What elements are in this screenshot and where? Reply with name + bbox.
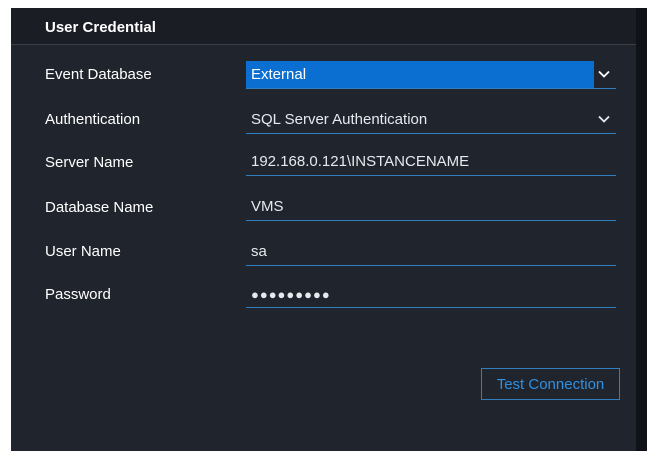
section-title: User Credential (45, 19, 156, 36)
section-header: User Credential (11, 8, 636, 45)
credential-panel: User Credential Event Database External … (11, 8, 636, 451)
event-database-select[interactable]: External (246, 61, 616, 89)
password-input[interactable]: ●●●●●●●●● (246, 280, 616, 308)
authentication-value: SQL Server Authentication (251, 111, 428, 128)
user-name-value: sa (251, 243, 267, 260)
database-name-label: Database Name (45, 199, 154, 216)
event-database-label: Event Database (45, 66, 152, 83)
event-database-value: External (251, 66, 307, 83)
database-name-input[interactable]: VMS (246, 193, 616, 221)
authentication-select[interactable]: SQL Server Authentication (246, 106, 616, 134)
scrollbar-track[interactable] (636, 8, 647, 451)
user-name-input[interactable]: sa (246, 238, 616, 266)
password-value: ●●●●●●●●● (251, 287, 331, 302)
authentication-label: Authentication (45, 111, 141, 128)
database-name-value: VMS (251, 198, 284, 215)
server-name-value: 192.168.0.121\INSTANCENAME (251, 153, 470, 170)
user-name-label: User Name (45, 243, 121, 260)
server-name-label: Server Name (45, 154, 134, 171)
chevron-down-icon[interactable] (598, 113, 610, 125)
test-connection-button[interactable]: Test Connection (481, 368, 620, 400)
password-label: Password (45, 286, 111, 303)
server-name-input[interactable]: 192.168.0.121\INSTANCENAME (246, 148, 616, 176)
chevron-down-icon[interactable] (598, 68, 610, 80)
